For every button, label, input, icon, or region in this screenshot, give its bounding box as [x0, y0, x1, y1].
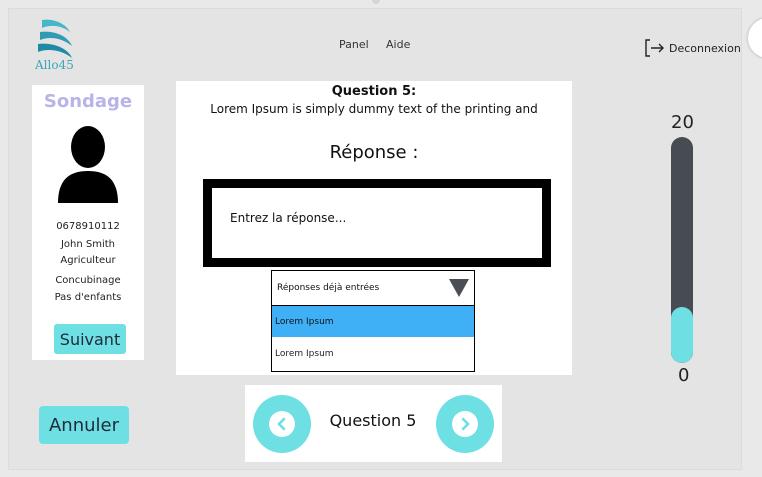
dropdown-header-label: Réponses déjà entrées: [277, 283, 380, 293]
slider-fill[interactable]: [671, 306, 693, 363]
profile-title: Sondage: [43, 91, 133, 112]
profile-phone: 0678910112: [56, 221, 120, 232]
profile-card: Sondage 0678910112 John Smith Agriculteu…: [32, 85, 144, 360]
user-avatar-icon: [58, 126, 118, 203]
question-text: Lorem Ipsum is simply dummy text of the …: [210, 102, 538, 116]
nav-aide-link[interactable]: Aide: [386, 38, 410, 51]
question-card: Question 5: Lorem Ipsum is simply dummy …: [176, 81, 572, 375]
next-question-button[interactable]: [436, 395, 494, 453]
dropdown-option[interactable]: Lorem Ipsum: [272, 306, 474, 337]
triangle-down-icon[interactable]: [448, 278, 470, 298]
corner-button[interactable]: [748, 18, 762, 58]
answer-box: [203, 179, 551, 267]
slider-max-label: 20: [671, 112, 694, 133]
previous-answers-dropdown[interactable]: Réponses déjà entrées Lorem Ipsum Lorem …: [271, 270, 475, 372]
logout-icon: [645, 39, 664, 57]
dropdown-header[interactable]: Réponses déjà entrées: [272, 271, 474, 306]
previous-question-button[interactable]: [253, 395, 311, 453]
logo-text: Allo45: [35, 58, 74, 72]
pager-label: Question 5: [329, 411, 417, 430]
nav-panel-link[interactable]: Panel: [339, 38, 369, 51]
score-slider[interactable]: [671, 137, 693, 363]
chevron-left-icon: [277, 417, 286, 431]
dropdown-option[interactable]: Lorem Ipsum: [272, 338, 474, 369]
response-label: Réponse :: [329, 142, 419, 163]
slider-min-label: 0: [678, 365, 690, 386]
question-pager: Question 5: [245, 385, 502, 462]
top-notch: [372, 0, 380, 4]
profile-children: Pas d'enfants: [54, 292, 122, 303]
profile-profession: Agriculteur: [60, 255, 116, 266]
question-title: Question 5:: [331, 84, 417, 99]
profile-name: John Smith: [60, 239, 116, 250]
profile-status: Concubinage: [55, 275, 121, 286]
cancel-button[interactable]: Annuler: [39, 406, 129, 444]
logout-button[interactable]: Deconnexion: [644, 38, 741, 58]
answer-input[interactable]: [228, 210, 532, 226]
chevron-right-icon: [461, 417, 470, 431]
next-button[interactable]: Suivant: [54, 324, 126, 354]
logout-label: Deconnexion: [669, 41, 741, 55]
